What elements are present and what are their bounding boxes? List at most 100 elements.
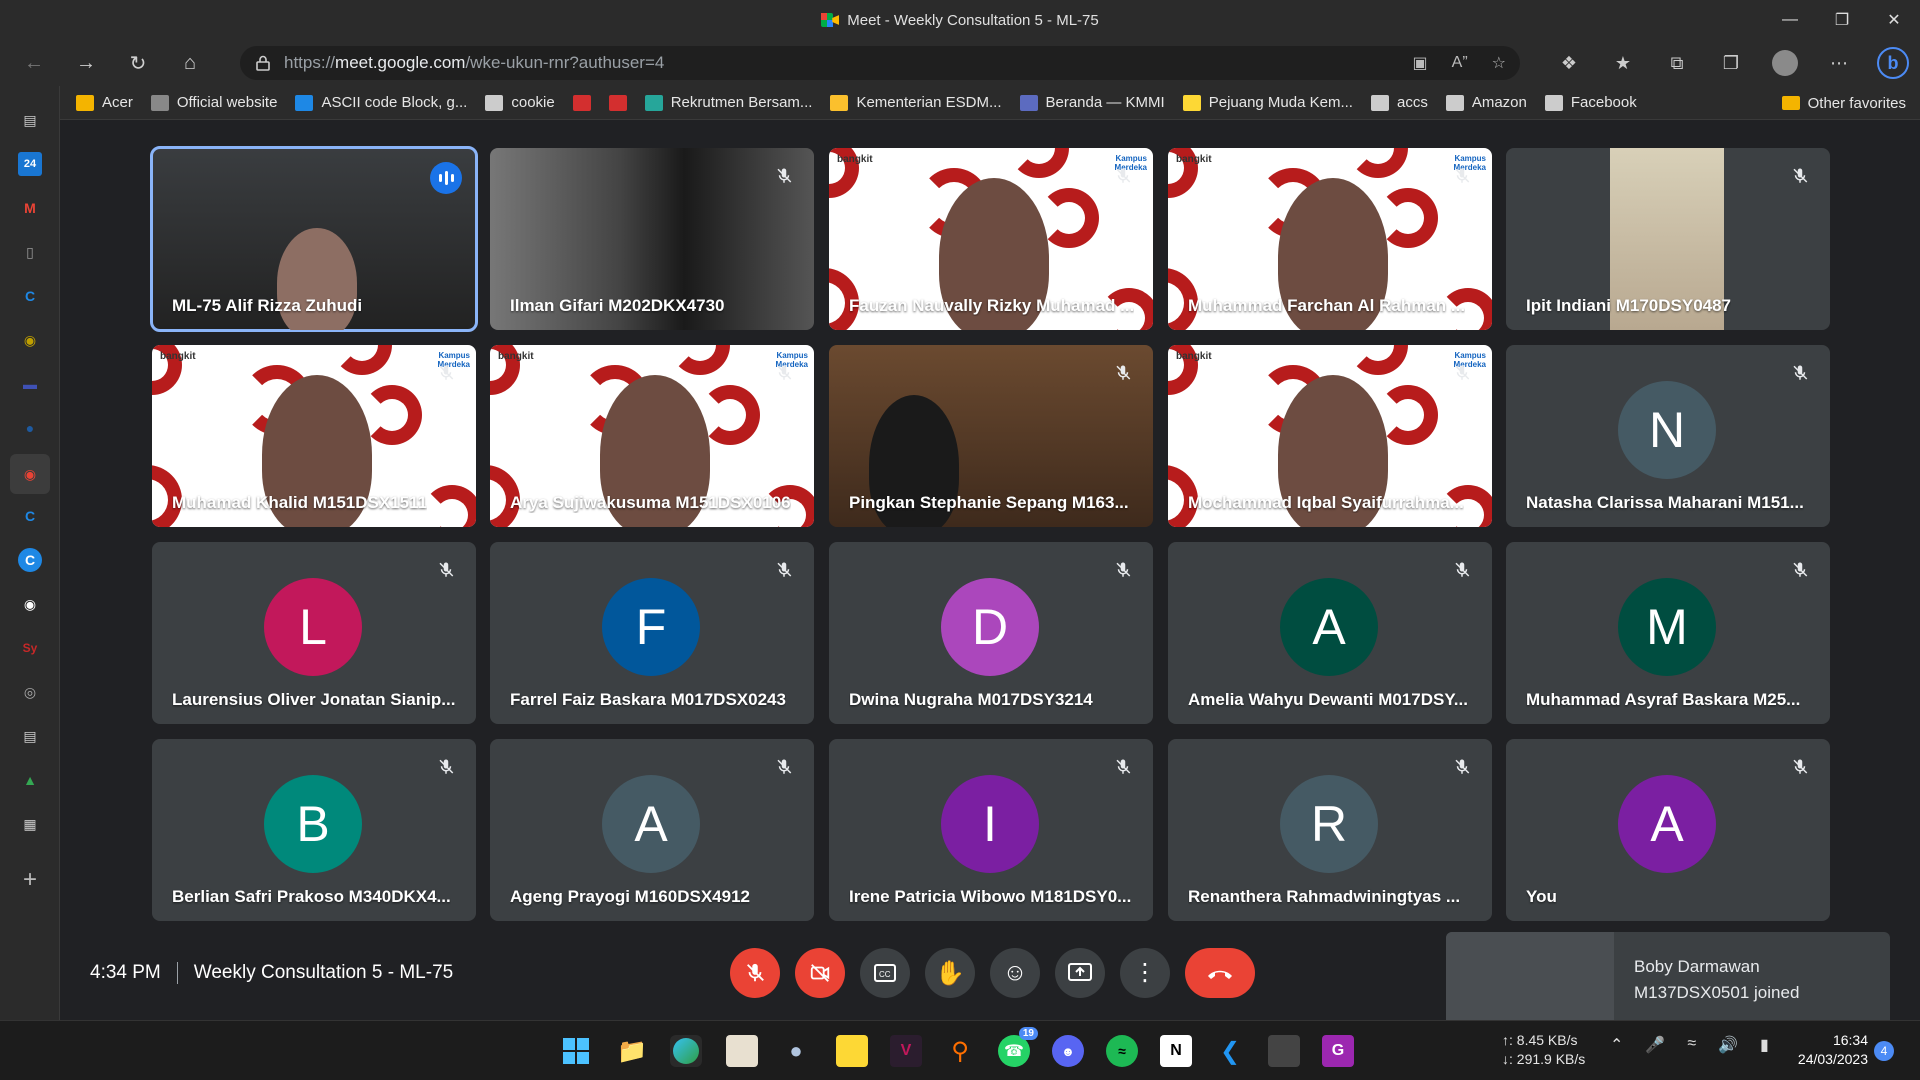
captions-button[interactable]: CC bbox=[860, 948, 910, 998]
participant-tile[interactable]: D Dwina Nugraha M017DSY3214 bbox=[829, 542, 1153, 724]
add-sidebar-icon[interactable]: + bbox=[18, 866, 42, 893]
raise-hand-button[interactable]: ✋ bbox=[925, 948, 975, 998]
participant-tile[interactable]: ML-75 Alif Rizza Zuhudi bbox=[150, 146, 478, 332]
participant-tile[interactable]: bangkit Kampus Merdeka Arya Sujiwakusuma M1… bbox=[490, 345, 814, 527]
bookmark-item[interactable]: Beranda — KMMI bbox=[1019, 94, 1165, 111]
participant-tile[interactable]: Ipit Indiani M170DSY0487 bbox=[1506, 148, 1830, 330]
symbolab-icon[interactable]: Sy bbox=[18, 636, 42, 660]
record-icon[interactable]: ◉ bbox=[10, 454, 50, 494]
chart-icon[interactable]: ▤ bbox=[18, 724, 42, 748]
spotify-icon[interactable]: ≈ bbox=[1106, 1035, 1138, 1067]
coursera-icon-2[interactable]: C bbox=[18, 504, 42, 528]
participant-tile[interactable]: R Renanthera Rahmadwiningtyas ... bbox=[1168, 739, 1492, 921]
refresh-button[interactable]: ↻ bbox=[112, 43, 164, 83]
read-aloud-icon[interactable]: A” bbox=[1452, 54, 1468, 72]
app-v-icon[interactable]: V bbox=[890, 1035, 922, 1067]
edge-icon[interactable] bbox=[670, 1035, 702, 1067]
bookmark-item[interactable]: Official website bbox=[150, 94, 277, 111]
wifi-icon[interactable]: ≈ bbox=[1687, 1035, 1696, 1055]
participant-tile[interactable]: bangkit Kampus Merdeka Fauzan Nauvally Rizk… bbox=[829, 148, 1153, 330]
participant-tile[interactable]: bangkit Kampus Merdeka Muhamad Khalid M151D… bbox=[152, 345, 476, 527]
bookmark-item[interactable]: cookie bbox=[485, 94, 555, 111]
other-favorites[interactable]: Other favorites bbox=[1781, 86, 1906, 120]
home-button[interactable]: ⌂ bbox=[164, 43, 216, 83]
volume-icon[interactable]: 🔊 bbox=[1718, 1035, 1738, 1055]
globe-icon[interactable]: ● bbox=[18, 416, 42, 440]
bookmark-item[interactable]: ASCII code Block, g... bbox=[295, 94, 467, 111]
sidebar-tab-icon[interactable]: ▤ bbox=[18, 108, 42, 132]
add-favorite-icon[interactable]: ☆ bbox=[1492, 53, 1506, 73]
restore-button[interactable]: ❐ bbox=[1816, 0, 1868, 40]
participant-tile[interactable]: Pingkan Stephanie Sepang M163... bbox=[829, 345, 1153, 527]
participant-tile[interactable]: A Amelia Wahyu Dewanti M017DSY... bbox=[1168, 542, 1492, 724]
more-menu-icon[interactable]: ⋯ bbox=[1812, 53, 1866, 74]
bookmark-item[interactable] bbox=[572, 94, 591, 111]
reactions-button[interactable]: ☺ bbox=[990, 948, 1040, 998]
participant-tile[interactable]: B Berlian Safri Prakoso M340DKX4... bbox=[152, 739, 476, 921]
collections-icon[interactable]: ⧉ bbox=[1650, 53, 1704, 74]
microphone-button[interactable] bbox=[730, 948, 780, 998]
notification-badge[interactable]: 4 bbox=[1874, 1041, 1894, 1061]
drive-icon[interactable]: ▲ bbox=[18, 768, 42, 792]
minimize-button[interactable]: — bbox=[1764, 0, 1816, 40]
clock[interactable]: 16:34 24/03/2023 bbox=[1788, 1031, 1868, 1069]
chrome-icon[interactable]: ◎ bbox=[18, 680, 42, 704]
bookmark-item[interactable]: Facebook bbox=[1544, 94, 1637, 111]
bookmark-item[interactable]: Kementerian ESDM... bbox=[830, 94, 1002, 111]
photos-icon[interactable] bbox=[726, 1035, 758, 1067]
bookmark-item[interactable]: Rekrutmen Bersam... bbox=[644, 94, 812, 111]
bookmark-item[interactable]: Acer bbox=[76, 94, 133, 111]
camera-permission-icon[interactable]: ▣ bbox=[1413, 53, 1428, 73]
discord-icon[interactable]: ☻ bbox=[1052, 1035, 1084, 1067]
favorites-icon[interactable]: ★ bbox=[1596, 53, 1650, 74]
participant-tile[interactable]: A Ageng Prayogi M160DSX4912 bbox=[490, 739, 814, 921]
coursera-icon-3[interactable]: C bbox=[18, 548, 42, 572]
notion-icon[interactable]: N bbox=[1160, 1035, 1192, 1067]
github-icon[interactable]: ◉ bbox=[18, 592, 42, 616]
mic-tray-icon[interactable]: 🎤 bbox=[1645, 1035, 1665, 1055]
tabs-icon[interactable]: ❐ bbox=[1704, 53, 1758, 74]
participant-tile[interactable]: F Farrel Faiz Baskara M017DSX0243 bbox=[490, 542, 814, 724]
start-icon[interactable] bbox=[560, 1035, 592, 1067]
present-button[interactable] bbox=[1055, 948, 1105, 998]
participant-tile[interactable]: bangkit Kampus Merdeka Muhammad Farchan Al … bbox=[1168, 148, 1492, 330]
vscode-icon[interactable]: ❮ bbox=[1214, 1035, 1246, 1067]
search-app-icon[interactable]: ⚲ bbox=[944, 1035, 976, 1067]
calendar-app-icon[interactable]: ▦ bbox=[18, 812, 42, 836]
pdf-app-icon[interactable]: G bbox=[1322, 1035, 1354, 1067]
participant-tile[interactable]: M Muhammad Asyraf Baskara M25... bbox=[1506, 542, 1830, 724]
more-options-button[interactable]: ⋮ bbox=[1120, 948, 1170, 998]
bookmark-item[interactable] bbox=[608, 94, 627, 111]
steam-icon[interactable]: ● bbox=[780, 1035, 812, 1067]
coursera-icon[interactable]: C bbox=[18, 284, 42, 308]
participant-tile[interactable]: L Laurensius Oliver Jonatan Sianip... bbox=[152, 542, 476, 724]
profile-icon[interactable] bbox=[1758, 50, 1812, 76]
participant-tile[interactable]: A You bbox=[1506, 739, 1830, 921]
docs-icon[interactable]: ▯ bbox=[18, 240, 42, 264]
forward-button[interactable]: → bbox=[60, 43, 112, 83]
extensions-icon[interactable]: ❖ bbox=[1542, 53, 1596, 74]
battery-icon[interactable]: ▮ bbox=[1760, 1035, 1769, 1055]
back-button[interactable]: ← bbox=[8, 43, 60, 83]
bookmark-icon[interactable]: ▬ bbox=[18, 372, 42, 396]
leave-call-button[interactable] bbox=[1185, 948, 1255, 998]
address-bar[interactable]: https://meet.google.com/wke-ukun-rnr?aut… bbox=[240, 46, 1520, 80]
participant-tile[interactable]: Ilman Gifari M202DKX4730 bbox=[490, 148, 814, 330]
participant-tile[interactable]: I Irene Patricia Wibowo M181DSY0... bbox=[829, 739, 1153, 921]
gmail-icon[interactable]: M bbox=[18, 196, 42, 220]
extension-icon[interactable]: ◉ bbox=[18, 328, 42, 352]
anaconda-icon[interactable] bbox=[1268, 1035, 1300, 1067]
bookmark-item[interactable]: Pejuang Muda Kem... bbox=[1182, 94, 1353, 111]
file-explorer-icon[interactable]: 📁 bbox=[616, 1035, 648, 1067]
camera-button[interactable] bbox=[795, 948, 845, 998]
calendar-icon[interactable]: 24 bbox=[18, 152, 42, 176]
participant-tile[interactable]: bangkit Kampus Merdeka Mochammad Iqbal Syai… bbox=[1168, 345, 1492, 527]
close-window-button[interactable]: ✕ bbox=[1868, 0, 1920, 40]
chevron-up-icon[interactable]: ⌃ bbox=[1610, 1035, 1623, 1055]
bookmark-item[interactable]: accs bbox=[1370, 94, 1428, 111]
participant-tile[interactable]: N Natasha Clarissa Maharani M151... bbox=[1506, 345, 1830, 527]
bookmark-item[interactable]: Amazon bbox=[1445, 94, 1527, 111]
sticky-notes-icon[interactable] bbox=[836, 1035, 868, 1067]
bing-chat-icon[interactable]: b bbox=[1866, 47, 1920, 79]
whatsapp-icon[interactable]: ☎ 19 bbox=[998, 1027, 1038, 1067]
